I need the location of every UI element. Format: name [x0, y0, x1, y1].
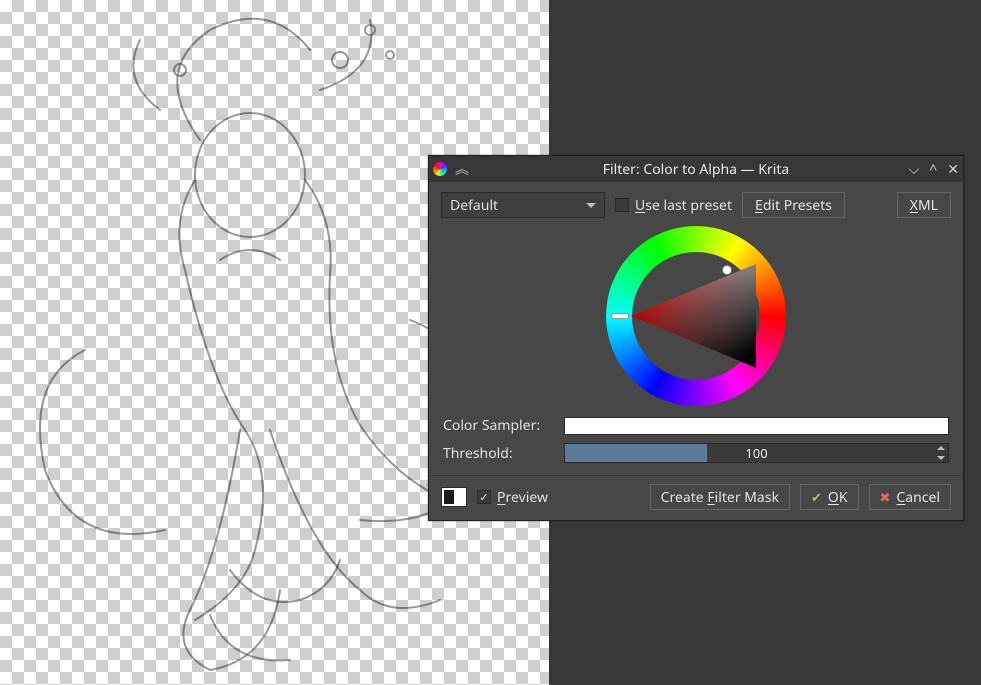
- use-last-preset-label: Use last preset: [635, 196, 732, 215]
- preview-checkbox[interactable]: ✓ Preview: [477, 488, 548, 507]
- hue-ring[interactable]: [606, 226, 786, 406]
- preview-label: Preview: [497, 488, 548, 507]
- dialog-titlebar[interactable]: ︽ Filter: Color to Alpha — Krita ⌵ ^ ✕: [429, 156, 963, 182]
- dialog-title: Filter: Color to Alpha — Krita: [429, 160, 963, 179]
- use-last-preset-checkbox[interactable]: Use last preset: [615, 196, 732, 215]
- threshold-step-down[interactable]: [937, 456, 945, 460]
- threshold-step-up[interactable]: [937, 446, 945, 450]
- chevron-down-icon: [586, 203, 596, 208]
- sv-marker[interactable]: [722, 265, 732, 275]
- maximize-icon[interactable]: ^: [929, 160, 937, 179]
- cancel-button[interactable]: ✖ Cancel: [869, 484, 952, 510]
- create-filter-mask-button[interactable]: Create Filter Mask: [650, 484, 790, 510]
- krita-app-icon: [433, 162, 447, 176]
- checkbox-box: [615, 198, 629, 212]
- filter-dialog: ︽ Filter: Color to Alpha — Krita ⌵ ^ ✕ D…: [428, 155, 964, 521]
- color-picker[interactable]: [441, 226, 951, 406]
- preset-combo-value: Default: [450, 196, 498, 215]
- shade-icon[interactable]: ︽: [455, 159, 469, 179]
- threshold-slider[interactable]: 100: [564, 443, 949, 463]
- checkbox-box: ✓: [477, 490, 491, 504]
- edit-presets-button[interactable]: Edit Presets: [742, 192, 845, 218]
- close-icon[interactable]: ✕: [947, 160, 959, 179]
- hue-marker[interactable]: [611, 313, 629, 319]
- threshold-value: 100: [565, 444, 948, 462]
- color-sampler-swatch[interactable]: [564, 417, 949, 435]
- color-sampler-label: Color Sampler:: [443, 416, 558, 435]
- threshold-label: Threshold:: [443, 444, 558, 463]
- collapse-icon[interactable]: ⌵: [909, 160, 920, 179]
- sv-triangle[interactable]: [631, 260, 761, 372]
- ok-button[interactable]: ✔ OK: [800, 484, 859, 510]
- preset-combo[interactable]: Default: [441, 192, 605, 218]
- xml-button[interactable]: XML: [897, 192, 951, 218]
- x-icon: ✖: [880, 488, 891, 506]
- swatch-inner: [444, 490, 454, 504]
- source-color-swatch[interactable]: [441, 487, 467, 507]
- check-icon: ✔: [811, 488, 822, 506]
